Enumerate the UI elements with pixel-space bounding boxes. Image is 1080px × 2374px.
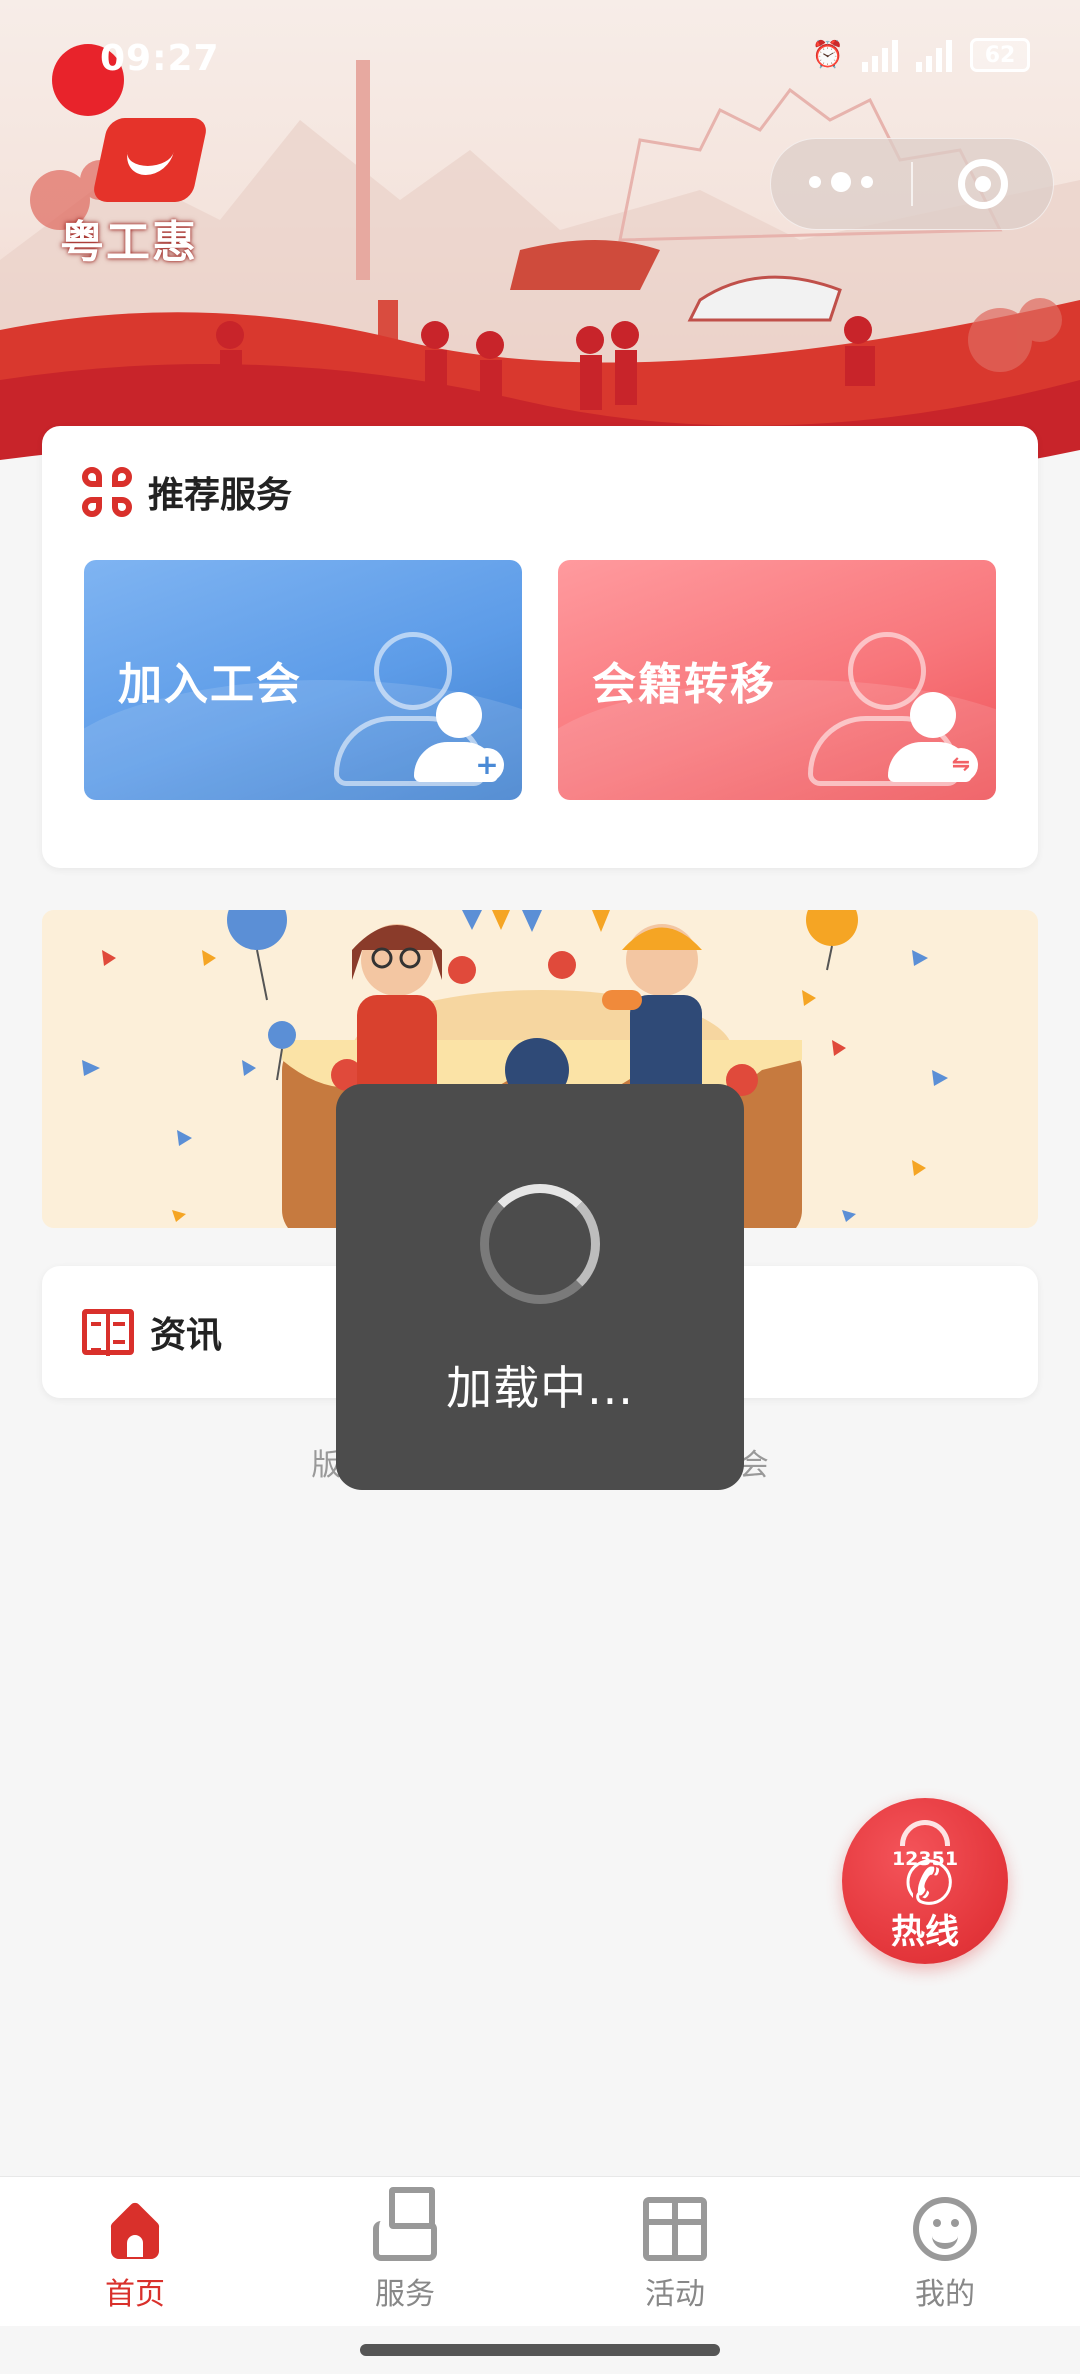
- app-name: 粤工惠: [60, 217, 198, 268]
- bottom-tab-bar: 首页 服务 活动 我的: [0, 2176, 1080, 2326]
- dot-icon: [861, 176, 873, 188]
- tab-home[interactable]: 首页: [0, 2177, 270, 2326]
- plus-icon: +: [470, 748, 504, 782]
- section-header: 推荐服务: [82, 466, 292, 518]
- tab-me[interactable]: 我的: [810, 2177, 1080, 2326]
- hotline-button[interactable]: 12351 ✆ 热线: [842, 1798, 1008, 1964]
- target-icon: [957, 159, 1008, 209]
- status-icons: ⏰ 62: [812, 38, 1030, 72]
- hotline-label: 热线: [891, 1912, 959, 1952]
- tab-label: 活动: [645, 2277, 705, 2312]
- loading-text: 加载中...: [446, 1361, 634, 1415]
- section-title: 推荐服务: [148, 475, 293, 516]
- tile-label: 加入工会: [118, 659, 302, 710]
- status-bar: 09:27 ⏰ 62: [0, 0, 1080, 116]
- section-header: 资讯: [82, 1306, 222, 1358]
- tab-activities[interactable]: 活动: [540, 2177, 810, 2326]
- home-icon: [103, 2197, 167, 2261]
- service-hand-icon: [373, 2187, 437, 2261]
- loading-spinner-icon: [480, 1184, 600, 1304]
- close-miniprogram-button[interactable]: [913, 159, 1053, 209]
- app-logo: 粤工惠: [60, 118, 209, 270]
- tab-label: 服务: [375, 2277, 435, 2312]
- join-union-tile[interactable]: 加入工会 +: [84, 560, 522, 800]
- tab-label: 首页: [105, 2277, 165, 2312]
- home-indicator[interactable]: [360, 2344, 720, 2356]
- book-icon: [82, 1309, 134, 1356]
- tab-label: 我的: [915, 2277, 975, 2312]
- loading-toast: 加载中...: [336, 1084, 744, 1490]
- section-title: 资讯: [150, 1315, 223, 1356]
- dot-icon: [809, 176, 821, 188]
- dot-icon: [831, 172, 851, 192]
- smiley-icon: [913, 2197, 977, 2261]
- signal-icon: [862, 38, 898, 72]
- tab-services[interactable]: 服务: [270, 2177, 540, 2326]
- membership-transfer-tile[interactable]: 会籍转移 ⇋: [558, 560, 996, 800]
- signal-icon: [916, 38, 952, 72]
- logo-icon: [91, 118, 209, 202]
- gift-icon: [643, 2197, 707, 2261]
- status-time: 09:27: [100, 38, 220, 79]
- signal-arc-icon: [900, 1820, 950, 1846]
- more-button[interactable]: [771, 172, 911, 192]
- transfer-icon: ⇋: [944, 748, 978, 782]
- tile-label: 会籍转移: [592, 659, 776, 710]
- recommended-services-card: 推荐服务 加入工会 + 会籍转移 ⇋: [42, 426, 1038, 868]
- battery-icon: 62: [970, 38, 1030, 72]
- miniprogram-capsule: [770, 138, 1054, 230]
- grid-icon: [82, 467, 132, 517]
- alarm-icon: ⏰: [811, 40, 844, 70]
